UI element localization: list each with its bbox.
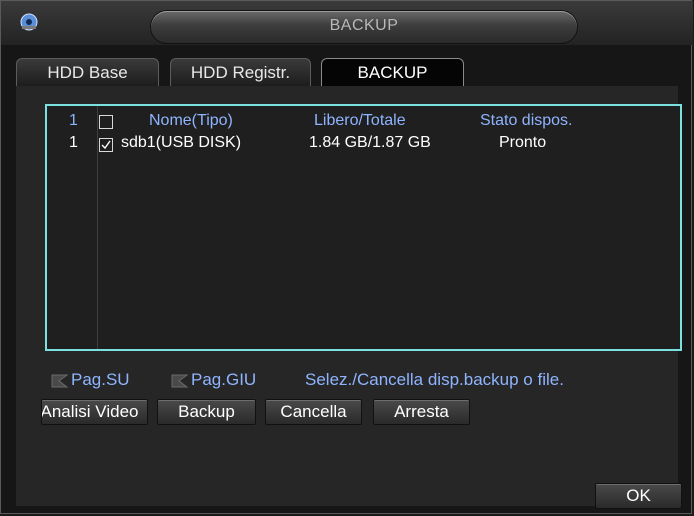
tab-hdd-base[interactable]: HDD Base <box>16 58 159 86</box>
tab-hdd-registr[interactable]: HDD Registr. <box>170 58 311 86</box>
analyze-video-button[interactable]: Analisi Video <box>41 399 148 425</box>
column-divider <box>97 106 98 349</box>
app-icon <box>19 12 39 32</box>
header-name: Nome(Tipo) <box>149 112 233 129</box>
page-down-icon <box>171 374 189 388</box>
row-device-name: sdb1(USB DISK) <box>121 134 242 151</box>
header-index: 1 <box>69 112 78 129</box>
backup-window: BACKUP HDD Base HDD Registr. BACKUP 1 No… <box>0 0 693 514</box>
stop-button[interactable]: Arresta <box>373 399 470 425</box>
row-status: Pronto <box>499 134 547 151</box>
header-status: Stato dispos. <box>480 112 573 129</box>
cancel-button[interactable]: Cancella <box>265 399 362 425</box>
device-table: 1 Nome(Tipo) Libero/Totale Stato dispos.… <box>45 104 682 351</box>
page-up-label: Pag.SU <box>71 370 130 389</box>
page-up-button[interactable]: Pag.SU <box>51 370 130 392</box>
ok-button[interactable]: OK <box>595 483 682 509</box>
page-down-button[interactable]: Pag.GIU <box>171 370 256 392</box>
help-hint: Selez./Cancella disp.backup o file. <box>305 370 564 389</box>
header-space: Libero/Totale <box>314 112 406 129</box>
window-title: BACKUP <box>151 11 577 43</box>
row-index: 1 <box>69 134 78 151</box>
title-bar: BACKUP <box>1 1 693 45</box>
tab-backup[interactable]: BACKUP <box>321 58 464 86</box>
checkmark-icon <box>101 140 111 150</box>
select-all-checkbox[interactable] <box>99 115 113 129</box>
row-space: 1.84 GB/1.87 GB <box>309 134 431 151</box>
row-checkbox[interactable] <box>99 138 113 152</box>
page-down-label: Pag.GIU <box>191 370 257 389</box>
backup-button[interactable]: Backup <box>157 399 256 425</box>
page-up-icon <box>51 374 69 388</box>
